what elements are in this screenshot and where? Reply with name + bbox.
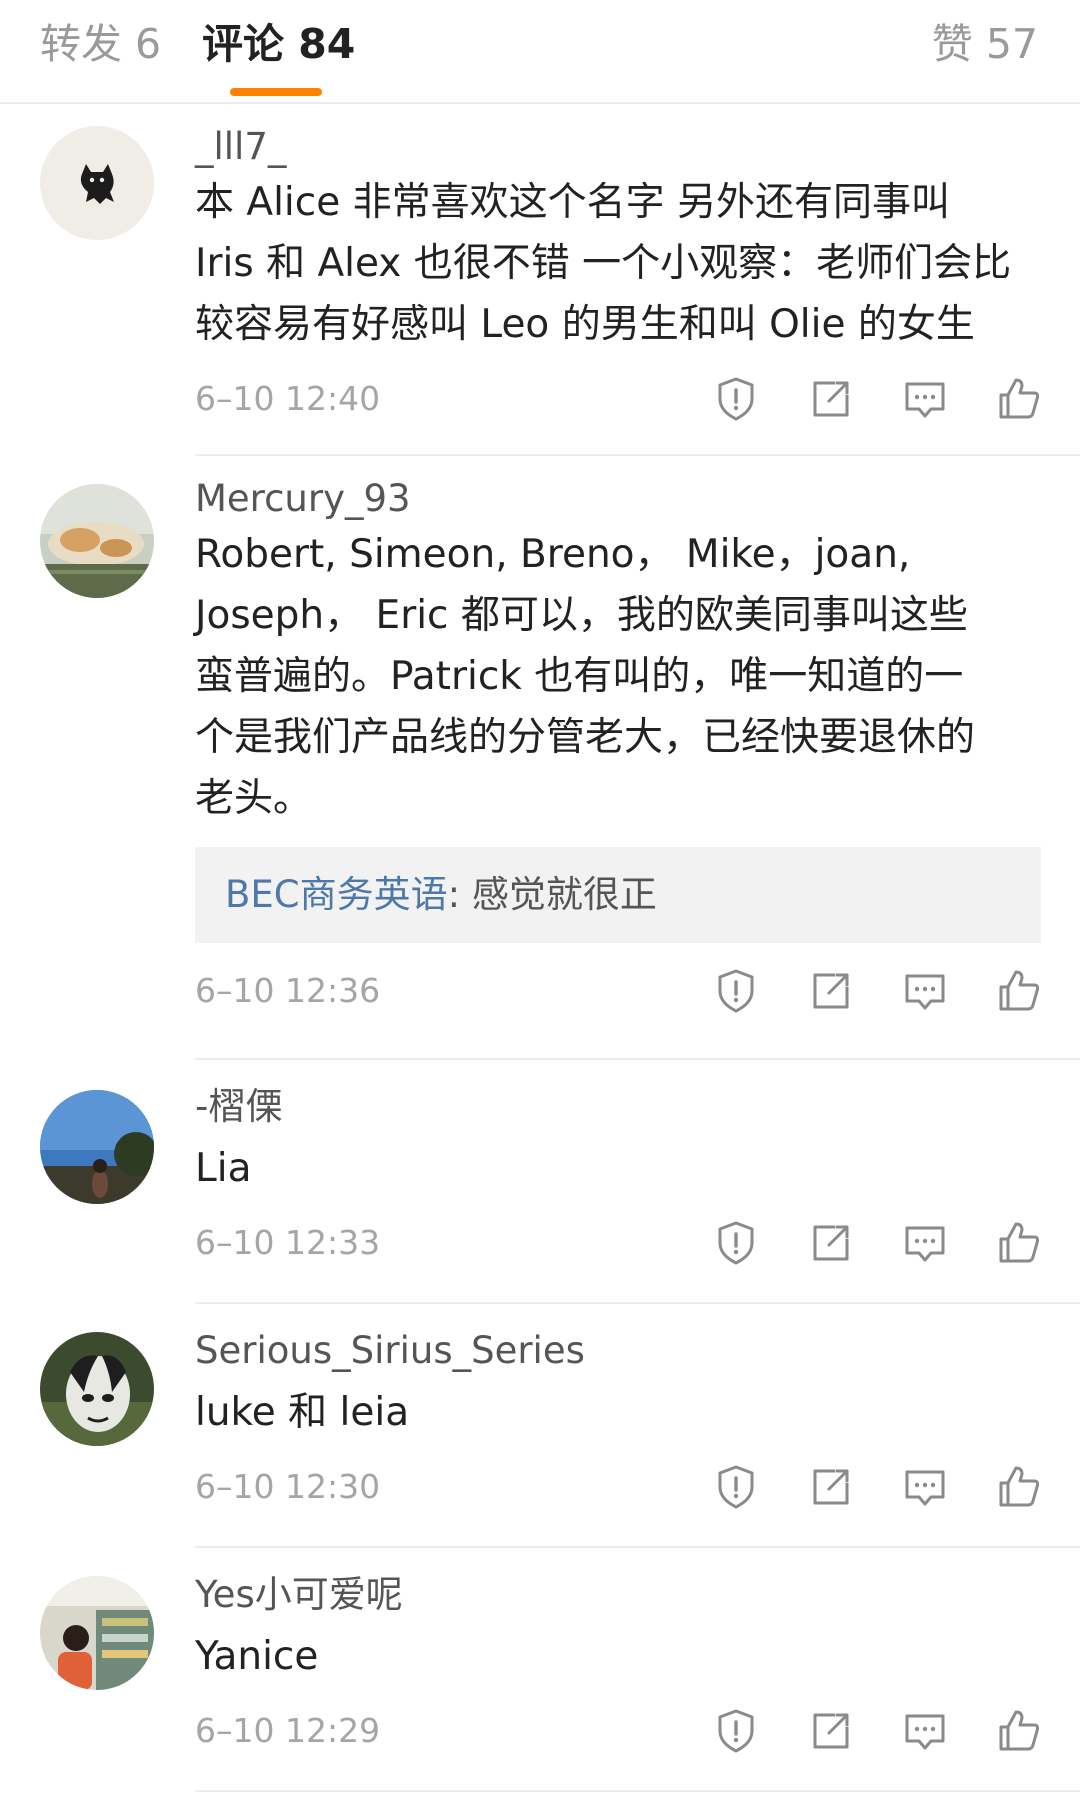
share-icon[interactable]: [807, 1707, 855, 1755]
reply-preview[interactable]: BEC商务英语: 感觉就很正: [195, 847, 1041, 943]
report-icon[interactable]: [712, 967, 760, 1015]
reply-icon[interactable]: [901, 967, 949, 1015]
comment-username[interactable]: Mercury_93: [195, 474, 1045, 524]
report-icon[interactable]: [712, 1707, 760, 1755]
comment-username[interactable]: -槢傈: [195, 1082, 1045, 1132]
comment-text-line: 较容易有好感叫 Leo 的男生和叫 Olie 的女生: [195, 302, 975, 347]
tab-repost[interactable]: 转发 6: [40, 14, 161, 74]
reply-icon[interactable]: [901, 1463, 949, 1511]
avatar[interactable]: [40, 1576, 154, 1690]
reply-icon[interactable]: [901, 1707, 949, 1755]
comment-text-line: 本 Alice 非常喜欢这个名字 另外还有同事叫: [195, 180, 950, 225]
tab-likes[interactable]: 赞 57: [932, 14, 1038, 74]
comment-text-line: Iris 和 Alex 也很不错 一个小观察：老师们会比: [195, 241, 1012, 286]
comment-tab-bar: 转发 6 评论 84 赞 57: [0, 0, 1080, 104]
avatar[interactable]: [40, 1332, 154, 1446]
comment-divider: [195, 1790, 1080, 1792]
share-icon[interactable]: [807, 967, 855, 1015]
comment-timestamp: 6–10 12:40: [195, 379, 381, 418]
comment-text-line: Lia: [195, 1146, 252, 1191]
comment-timestamp: 6–10 12:36: [195, 971, 381, 1010]
reply-icon[interactable]: [901, 1219, 949, 1267]
share-icon[interactable]: [807, 375, 855, 423]
avatar[interactable]: [40, 126, 154, 240]
comment-text-line: Yanice: [195, 1634, 319, 1679]
avatar[interactable]: [40, 1090, 154, 1204]
comment-text-line: Robert, Simeon, Breno， Mike，joan,: [195, 532, 911, 577]
share-icon[interactable]: [807, 1219, 855, 1267]
active-tab-indicator: [230, 88, 322, 96]
reply-text: : 感觉就很正: [447, 873, 657, 916]
like-icon[interactable]: [995, 967, 1043, 1015]
comment-divider: [195, 1546, 1080, 1548]
comment-divider: [195, 454, 1080, 456]
like-icon[interactable]: [995, 375, 1043, 423]
comment-text-line: Joseph， Eric 都可以，我的欧美同事叫这些: [195, 593, 968, 638]
tab-comments[interactable]: 评论 84: [202, 14, 355, 74]
comment-timestamp: 6–10 12:30: [195, 1467, 381, 1506]
reply-author-link[interactable]: BEC商务英语: [225, 873, 448, 916]
comment-timestamp: 6–10 12:33: [195, 1223, 381, 1262]
report-icon[interactable]: [712, 1463, 760, 1511]
comment-divider: [195, 1302, 1080, 1304]
comment-username[interactable]: _lll7_: [195, 122, 1045, 172]
comment-text-line: 老头。: [195, 776, 313, 821]
comment-timestamp: 6–10 12:29: [195, 1711, 381, 1750]
avatar[interactable]: [40, 484, 154, 598]
comment-text-line: 个是我们产品线的分管老大，已经快要退休的: [195, 715, 976, 760]
comment-text-line: 蛮普遍的。Patrick 也有叫的，唯一知道的一: [195, 654, 964, 699]
like-icon[interactable]: [995, 1219, 1043, 1267]
report-icon[interactable]: [712, 1219, 760, 1267]
comment-divider: [195, 1058, 1080, 1060]
share-icon[interactable]: [807, 1463, 855, 1511]
comment-text-line: luke 和 leia: [195, 1390, 410, 1435]
like-icon[interactable]: [995, 1463, 1043, 1511]
comment-username[interactable]: Yes小可爱呢: [195, 1570, 1045, 1620]
reply-icon[interactable]: [901, 375, 949, 423]
like-icon[interactable]: [995, 1707, 1043, 1755]
comment-username[interactable]: Serious_Sirius_Series: [195, 1326, 1045, 1376]
report-icon[interactable]: [712, 375, 760, 423]
